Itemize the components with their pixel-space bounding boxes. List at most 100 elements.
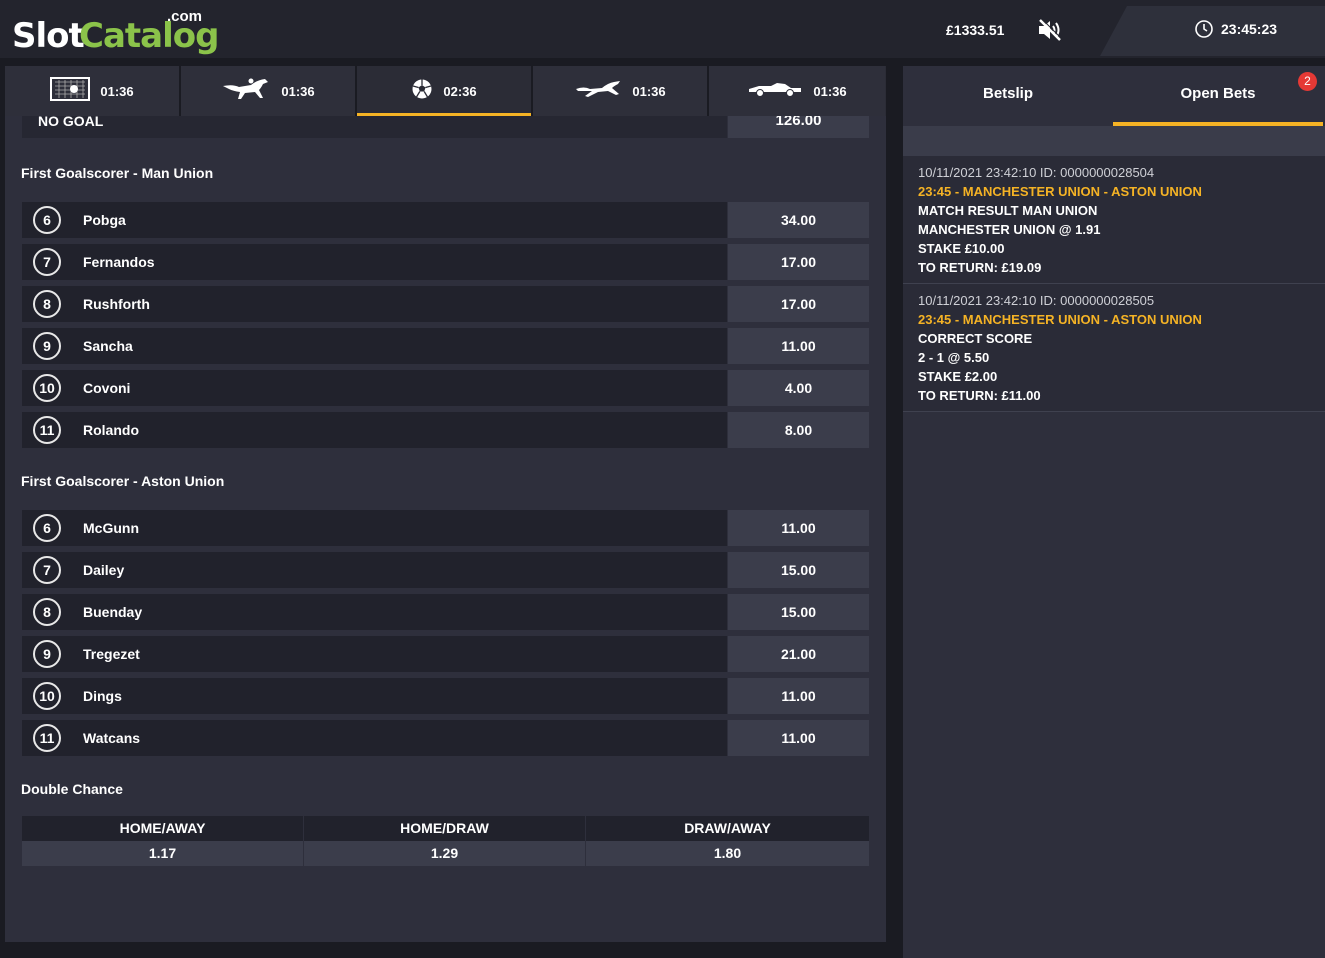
bet-stake: STAKE £10.00 (918, 241, 1005, 256)
game-tabs: 01:36 01:36 02:36 01:36 01:36 (5, 66, 886, 116)
shirt-number: 8 (33, 598, 61, 626)
tab-time: 01:36 (100, 83, 134, 99)
player-cell: 11 Rolando (22, 412, 727, 448)
bet-return: TO RETURN: £11.00 (918, 388, 1041, 403)
bet-market: CORRECT SCORE (918, 331, 1033, 346)
odds-button[interactable]: 1.17 (22, 841, 303, 866)
player-cell: 7 Fernandos (22, 244, 727, 280)
odds-button[interactable]: 34.00 (728, 202, 869, 238)
player-cell: 10 Dings (22, 678, 727, 714)
tab-motor-racing[interactable]: 01:36 (709, 66, 885, 116)
tab-open-bets[interactable]: Open Bets (1113, 66, 1323, 126)
race-car-icon (747, 80, 803, 103)
tab-goal[interactable]: 01:36 (5, 66, 181, 116)
balance-display: £1333.51 (946, 22, 1005, 38)
greyhound-icon (574, 77, 622, 106)
player-cell: 9 Tregezet (22, 636, 727, 672)
option-label: HOME/DRAW (304, 816, 585, 841)
shirt-number: 11 (33, 724, 61, 752)
odds-button[interactable]: 126.00 (728, 116, 869, 138)
player-name: Sancha (83, 338, 133, 354)
bet-event: 23:45 - MANCHESTER UNION - ASTON UNION (918, 312, 1202, 327)
market-panel: NO GOAL 126.00 First Goalscorer - Man Un… (5, 116, 886, 942)
player-name: Watcans (83, 730, 141, 746)
clock-icon (1194, 19, 1214, 39)
player-name: Fernandos (83, 254, 155, 270)
table-row[interactable]: 9 Tregezet 21.00 (22, 636, 869, 672)
double-chance-option[interactable]: DRAW/AWAY 1.80 (586, 816, 869, 866)
odds-button[interactable]: 17.00 (728, 286, 869, 322)
shirt-number: 6 (33, 206, 61, 234)
horse-racing-icon (221, 76, 271, 107)
list-item[interactable]: 10/11/2021 23:42:10 ID: 0000000028505 23… (903, 284, 1325, 412)
list-item[interactable]: 10/11/2021 23:42:10 ID: 0000000028504 23… (903, 156, 1325, 284)
shirt-number: 9 (33, 640, 61, 668)
mute-icon[interactable] (1036, 17, 1064, 43)
tab-time: 02:36 (443, 83, 477, 99)
shirt-number: 7 (33, 248, 61, 276)
double-chance-option[interactable]: HOME/AWAY 1.17 (22, 816, 304, 866)
tab-betslip[interactable]: Betslip (903, 66, 1113, 126)
option-label: DRAW/AWAY (586, 816, 869, 841)
odds-button[interactable]: 1.80 (586, 841, 869, 866)
table-row[interactable]: 11 Watcans 11.00 (22, 720, 869, 756)
shirt-number: 7 (33, 556, 61, 584)
shirt-number: 6 (33, 514, 61, 542)
bet-selection: MANCHESTER UNION @ 1.91 (918, 222, 1101, 237)
odds-button[interactable]: 11.00 (728, 720, 869, 756)
bet-selection: 2 - 1 @ 5.50 (918, 350, 990, 365)
odds-button[interactable]: 15.00 (728, 552, 869, 588)
tab-time: 01:36 (632, 83, 666, 99)
double-chance-option[interactable]: HOME/DRAW 1.29 (304, 816, 586, 866)
player-name: Buenday (83, 604, 143, 620)
no-goal-row[interactable]: NO GOAL 126.00 (22, 116, 869, 138)
bets-tabs: Betslip Open Bets (903, 66, 1325, 126)
player-cell: 8 Rushforth (22, 286, 727, 322)
bet-event: 23:45 - MANCHESTER UNION - ASTON UNION (918, 184, 1202, 199)
bet-meta: 10/11/2021 23:42:10 ID: 0000000028505 (918, 293, 1155, 308)
section-title-first-scorer-away: First Goalscorer - Aston Union (21, 473, 225, 489)
slotcatalog-logo[interactable]: Slot Catalog .com (12, 8, 219, 56)
table-row[interactable]: 10 Dings 11.00 (22, 678, 869, 714)
section-title-first-scorer-home: First Goalscorer - Man Union (21, 165, 214, 181)
tab-greyhound[interactable]: 01:36 (533, 66, 709, 116)
panel-strip (903, 126, 1325, 156)
table-row[interactable]: 6 Pobga 34.00 (22, 202, 869, 238)
table-row[interactable]: 7 Dailey 15.00 (22, 552, 869, 588)
odds-button[interactable]: 11.00 (728, 510, 869, 546)
table-row[interactable]: 8 Buenday 15.00 (22, 594, 869, 630)
odds-button[interactable]: 1.29 (304, 841, 585, 866)
table-row[interactable]: 11 Rolando 8.00 (22, 412, 869, 448)
football-icon (411, 78, 433, 105)
odds-button[interactable]: 11.00 (728, 328, 869, 364)
shirt-number: 10 (33, 682, 61, 710)
player-name: Rushforth (83, 296, 150, 312)
odds-button[interactable]: 17.00 (728, 244, 869, 280)
table-row[interactable]: 9 Sancha 11.00 (22, 328, 869, 364)
tab-time: 01:36 (813, 83, 847, 99)
odds-button[interactable]: 15.00 (728, 594, 869, 630)
no-goal-name-cell: NO GOAL (22, 116, 727, 138)
bet-stake: STAKE £2.00 (918, 369, 998, 384)
table-row[interactable]: 8 Rushforth 17.00 (22, 286, 869, 322)
odds-button[interactable]: 11.00 (728, 678, 869, 714)
player-name: McGunn (83, 520, 139, 536)
odds-button[interactable]: 8.00 (728, 412, 869, 448)
player-name: Pobga (83, 212, 126, 228)
player-name: Dailey (83, 562, 125, 578)
tab-football[interactable]: 02:36 (357, 66, 533, 116)
odds-button[interactable]: 21.00 (728, 636, 869, 672)
player-cell: 7 Dailey (22, 552, 727, 588)
player-name: Rolando (83, 422, 139, 438)
player-name: Dings (83, 688, 122, 704)
odds-button[interactable]: 4.00 (728, 370, 869, 406)
table-row[interactable]: 10 Covoni 4.00 (22, 370, 869, 406)
table-row[interactable]: 7 Fernandos 17.00 (22, 244, 869, 280)
tab-horse-racing[interactable]: 01:36 (181, 66, 357, 116)
bet-meta: 10/11/2021 23:42:10 ID: 0000000028504 (918, 165, 1155, 180)
shirt-number: 10 (33, 374, 61, 402)
shirt-number: 9 (33, 332, 61, 360)
shirt-number: 11 (33, 416, 61, 444)
logo-com-text: .com (167, 8, 203, 25)
table-row[interactable]: 6 McGunn 11.00 (22, 510, 869, 546)
